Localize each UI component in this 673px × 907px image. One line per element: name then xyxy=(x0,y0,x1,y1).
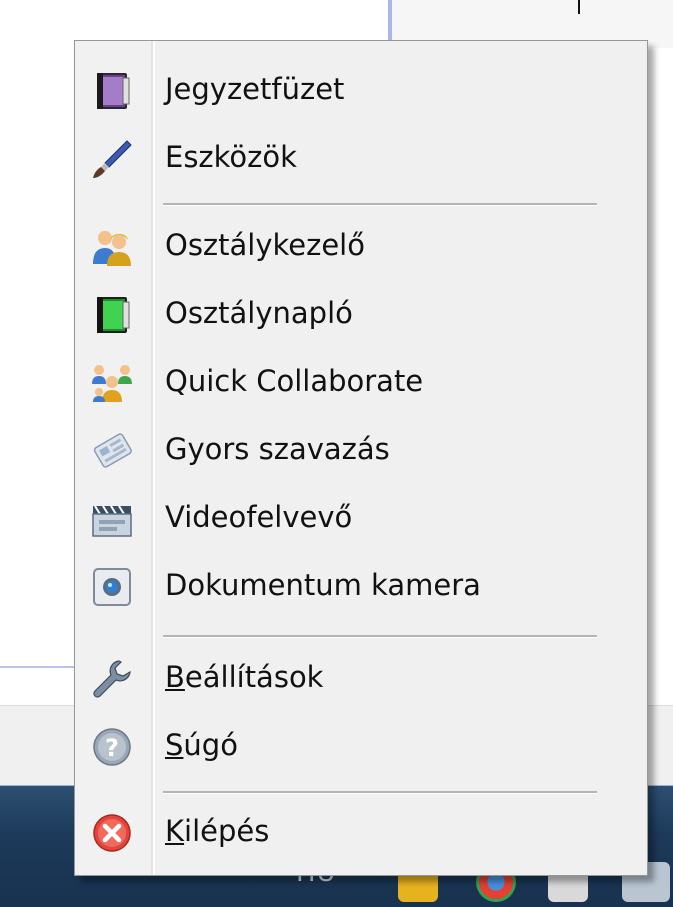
label-rest: ilépés xyxy=(184,814,270,848)
menu-item-quick-collaborate[interactable]: Quick Collaborate xyxy=(77,349,645,415)
menu-item-class-log[interactable]: Osztálynapló xyxy=(77,281,645,347)
menu-item-label: Gyors szavazás xyxy=(165,432,390,466)
menu-item-label: Dokumentum kamera xyxy=(165,568,481,602)
accelerator-key: S xyxy=(165,728,184,762)
paintbrush-icon xyxy=(91,138,133,180)
notebook-icon xyxy=(91,70,133,112)
context-menu: Jegyzetfüzet Eszközök Osztálykezelő Oszt… xyxy=(74,40,648,876)
menu-item-label: Beállítások xyxy=(165,658,323,696)
label-rest: úgó xyxy=(183,728,238,762)
menu-item-label: Osztálykezelő xyxy=(165,228,365,262)
menu-item-notebook[interactable]: Jegyzetfüzet xyxy=(77,57,645,123)
menu-separator xyxy=(163,203,597,206)
document-camera-icon xyxy=(91,566,133,608)
menu-item-video-recorder[interactable]: Videofelvevő xyxy=(77,485,645,551)
help-icon: ? xyxy=(91,726,133,768)
exit-icon xyxy=(91,812,133,854)
menu-item-label: Osztálynapló xyxy=(165,296,353,330)
menu-item-label: Quick Collaborate xyxy=(165,364,424,398)
menu-item-tools[interactable]: Eszközök xyxy=(77,125,645,191)
class-log-icon xyxy=(91,294,133,336)
accelerator-key: K xyxy=(165,814,185,848)
menu-separator xyxy=(163,635,597,638)
menu-item-exit[interactable]: Kilépés xyxy=(77,799,645,865)
label-rest: eállítások xyxy=(184,660,324,694)
menu-item-label: Kilépés xyxy=(165,812,269,850)
svg-text:?: ? xyxy=(105,734,119,762)
menu-item-label: Eszközök xyxy=(165,140,297,174)
wrench-icon xyxy=(91,658,133,700)
menu-item-class-manager[interactable]: Osztálykezelő xyxy=(77,213,645,279)
class-manager-icon xyxy=(91,226,133,268)
menu-item-label: Súgó xyxy=(165,726,238,764)
menu-item-label: Jegyzetfüzet xyxy=(165,72,345,106)
accelerator-key: B xyxy=(165,660,185,694)
menu-item-label: Videofelvevő xyxy=(165,500,353,534)
menu-item-help[interactable]: ? Súgó xyxy=(77,713,645,779)
menu-item-quick-vote[interactable]: Gyors szavazás xyxy=(77,417,645,483)
menu-item-document-camera[interactable]: Dokumentum kamera xyxy=(77,553,645,619)
vote-icon xyxy=(91,430,133,472)
video-recorder-icon xyxy=(91,498,133,540)
menu-separator xyxy=(163,791,597,794)
text-cursor xyxy=(578,0,580,14)
menu-item-settings[interactable]: Beállítások xyxy=(77,645,645,711)
collaborate-icon xyxy=(91,362,133,404)
